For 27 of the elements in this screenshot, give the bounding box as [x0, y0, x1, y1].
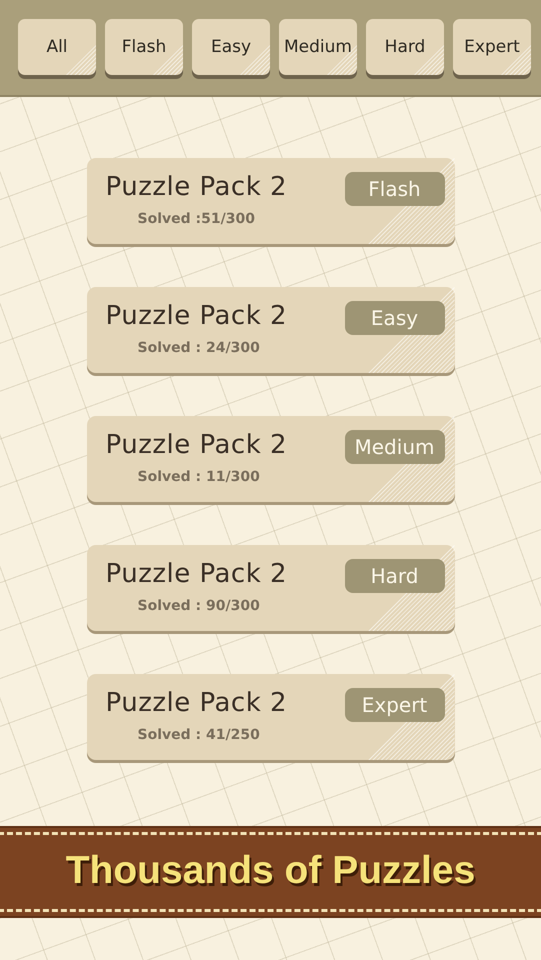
solved-count: Solved : 11/300 [136, 469, 261, 485]
filter-tab[interactable]: Medium [279, 19, 357, 75]
difficulty-badge: Flash [344, 172, 444, 206]
difficulty-badge: Hard [344, 559, 444, 593]
puzzle-pack-card[interactable]: Puzzle Pack 2 Solved : 24/300 Easy [86, 287, 454, 373]
puzzle-pack-card[interactable]: Puzzle Pack 2 Solved : 11/300 Medium [86, 416, 454, 502]
puzzle-pack-card[interactable]: Puzzle Pack 2 Solved :51/300 Flash [86, 158, 454, 244]
solved-count: Solved : 41/250 [136, 727, 261, 743]
puzzle-pack-card[interactable]: Puzzle Pack 2 Solved : 90/300 Hard [86, 545, 454, 631]
difficulty-badge: Expert [344, 688, 444, 722]
solved-count: Solved : 24/300 [136, 340, 261, 356]
solved-count: Solved : 90/300 [136, 598, 261, 614]
pack-title: Puzzle Pack 2 [106, 559, 288, 589]
filter-tab[interactable]: Flash [105, 19, 183, 75]
pack-title: Puzzle Pack 2 [106, 430, 288, 460]
filter-tab[interactable]: Hard [366, 19, 444, 75]
filter-tab[interactable]: All [18, 19, 96, 75]
filter-tab[interactable]: Expert [453, 19, 531, 75]
pack-title: Puzzle Pack 2 [106, 688, 288, 718]
banner-text: Thousands of Puzzles [66, 849, 476, 893]
difficulty-badge: Medium [344, 430, 444, 464]
pack-title: Puzzle Pack 2 [106, 301, 288, 331]
puzzle-pack-card[interactable]: Puzzle Pack 2 Solved : 41/250 Expert [86, 674, 454, 760]
difficulty-badge: Easy [344, 301, 444, 335]
pack-title: Puzzle Pack 2 [106, 172, 288, 202]
solved-count: Solved :51/300 [136, 211, 256, 227]
filter-tab[interactable]: Easy [192, 19, 270, 75]
